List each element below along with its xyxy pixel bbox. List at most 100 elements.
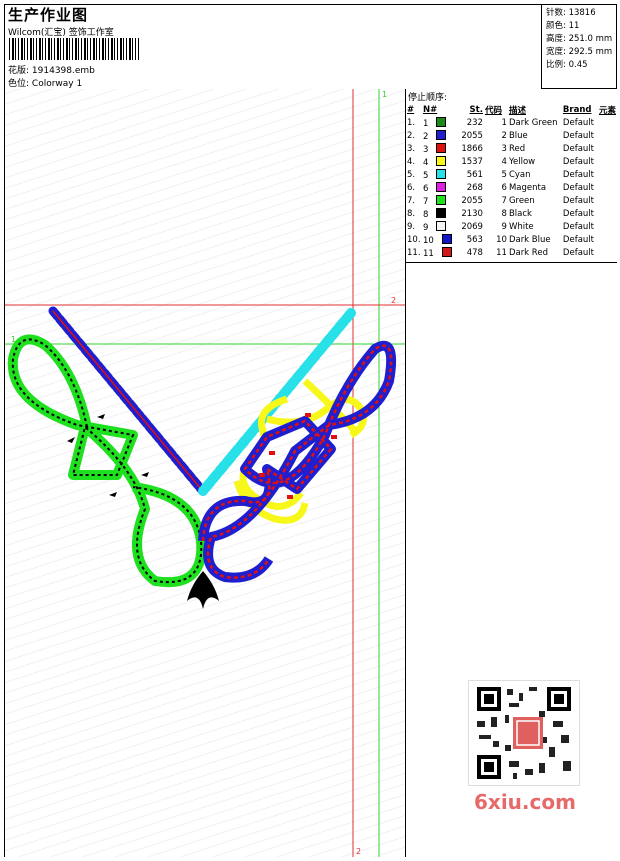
- row-code: 2: [501, 130, 507, 141]
- color-swatch: [436, 220, 447, 231]
- row-description: White: [508, 221, 534, 232]
- color-swatch: [436, 116, 447, 127]
- row-brand: Default: [562, 143, 594, 154]
- row-needle: 1: [422, 116, 454, 129]
- stat-label: 宽度:: [546, 47, 566, 57]
- col-element: 元素: [598, 105, 616, 116]
- color-swatch: [436, 168, 447, 179]
- row-needle: 2: [422, 129, 454, 142]
- color-swatch: [441, 233, 452, 244]
- row-element: [598, 220, 617, 233]
- row-needle: 7: [422, 194, 454, 207]
- stat-width: 宽度: 292.5 mm: [546, 46, 617, 59]
- row-brand: Default: [562, 247, 594, 258]
- row-brand: Default: [562, 234, 594, 245]
- page-title: 生产作业图: [8, 6, 89, 24]
- row-needle: 10: [422, 233, 454, 246]
- row-description: Red: [508, 143, 526, 154]
- row-element: [598, 142, 617, 155]
- row-code: 8: [501, 208, 507, 219]
- row-code: 1: [501, 117, 507, 128]
- row-code: 5: [501, 169, 507, 180]
- row-stitches: 478: [466, 247, 483, 258]
- thread-table: # N# St. 代码 描述 Brand 元素 1. 1 232 1 Dark Gree…: [406, 103, 617, 259]
- row-index: 6.: [407, 182, 416, 193]
- red-guide-label-bottom: 2: [356, 847, 362, 856]
- header-info: 生产作业图 Wilcom(汇宝) 签饰工作室 花版: 1914398.emb 色…: [5, 5, 541, 90]
- row-element: [598, 129, 617, 142]
- row-description: Yellow: [508, 156, 536, 167]
- table-row: 10. 10 563 10 Dark Blue Default: [406, 233, 617, 246]
- row-code: 9: [501, 221, 507, 232]
- row-index: 10.: [407, 234, 421, 245]
- colorway-value: Colorway 1: [31, 79, 83, 89]
- row-code: 4: [501, 156, 507, 167]
- qr-code: [468, 680, 580, 786]
- row-stitches: 2069: [461, 221, 483, 232]
- stat-scale: 比例: 0.45: [546, 59, 617, 72]
- color-swatch: [436, 129, 447, 140]
- stat-colors: 颜色: 11: [546, 20, 617, 33]
- table-row: 11. 11 478 11 Dark Red Default: [406, 246, 617, 259]
- color-swatch: [436, 181, 447, 192]
- row-stitches: 2130: [461, 208, 483, 219]
- colorway-label: 色位:: [8, 79, 30, 89]
- row-index: 3.: [407, 143, 416, 154]
- stat-value: 0.45: [568, 60, 588, 70]
- row-brand: Default: [562, 221, 594, 232]
- design-label: 花版:: [8, 66, 30, 76]
- row-code: 6: [501, 182, 507, 193]
- color-swatch: [441, 246, 452, 257]
- row-description: Magenta: [508, 182, 547, 193]
- row-code: 10: [496, 234, 507, 245]
- col-code: 代码: [484, 105, 502, 116]
- row-index: 5.: [407, 169, 416, 180]
- row-code: 11: [496, 247, 507, 258]
- row-description: Dark Green: [508, 117, 558, 128]
- row-stitches: 1866: [461, 143, 483, 154]
- row-brand: Default: [562, 156, 594, 167]
- row-description: Dark Red: [508, 247, 548, 258]
- stat-value: 251.0 mm: [568, 34, 613, 44]
- row-brand: Default: [562, 195, 594, 206]
- color-swatch: [436, 155, 447, 166]
- row-stitches: 2055: [461, 130, 483, 141]
- stat-stitches: 针数: 13816: [546, 7, 617, 20]
- row-needle: 8: [422, 207, 454, 220]
- design-value: 1914398.emb: [31, 66, 95, 76]
- row-description: Cyan: [508, 169, 531, 180]
- row-stitches: 563: [466, 234, 483, 245]
- col-stitches: St.: [469, 104, 483, 115]
- green-guide-label: 1: [11, 335, 17, 344]
- green-guide-label-top: 1: [382, 90, 388, 99]
- row-description: Black: [508, 208, 532, 219]
- row-brand: Default: [562, 169, 594, 180]
- row-element: [598, 233, 617, 246]
- row-element: [598, 246, 617, 259]
- col-index: #: [407, 104, 415, 115]
- row-description: Dark Blue: [508, 234, 551, 245]
- row-stitches: 561: [466, 169, 483, 180]
- stat-height: 高度: 251.0 mm: [546, 33, 617, 46]
- col-needle: N#: [422, 104, 438, 115]
- stat-label: 比例:: [546, 60, 566, 70]
- row-element: [598, 116, 617, 129]
- table-row: 8. 8 2130 8 Black Default: [406, 207, 617, 220]
- row-description: Green: [508, 195, 535, 206]
- stat-label: 高度:: [546, 34, 566, 44]
- row-index: 8.: [407, 208, 416, 219]
- row-index: 1.: [407, 117, 416, 128]
- design-stats: 针数: 13816 颜色: 11 高度: 251.0 mm 宽度: 292.5 …: [541, 5, 617, 89]
- color-swatch: [436, 194, 447, 205]
- row-needle: 11: [422, 246, 454, 259]
- table-row: 7. 7 2055 7 Green Default: [406, 194, 617, 207]
- table-row: 3. 3 1866 3 Red Default: [406, 142, 617, 155]
- row-needle: 5: [422, 168, 454, 181]
- row-brand: Default: [562, 208, 594, 219]
- barcode: [9, 38, 139, 60]
- colorway-row: 色位: Colorway 1: [8, 76, 82, 89]
- table-row: 2. 2 2055 2 Blue Default: [406, 129, 617, 142]
- row-code: 7: [501, 195, 507, 206]
- color-swatch: [436, 142, 447, 153]
- stat-value: 13816: [568, 8, 596, 18]
